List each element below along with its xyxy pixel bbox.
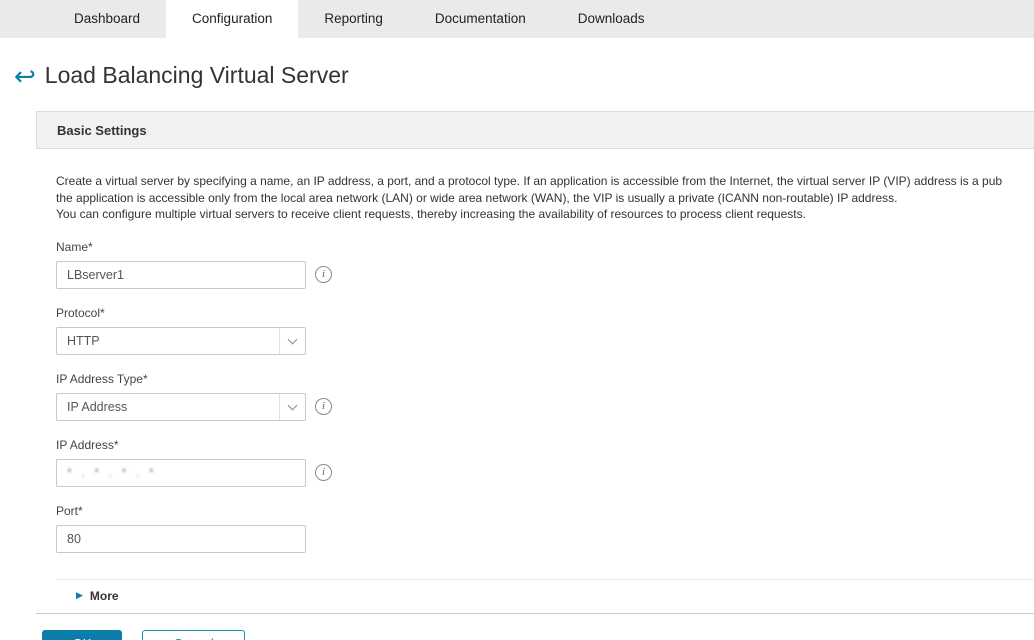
panel-body: Create a virtual server by specifying a … bbox=[36, 149, 1034, 613]
port-input[interactable] bbox=[56, 525, 306, 553]
tab-reporting[interactable]: Reporting bbox=[298, 0, 409, 38]
description-line: You can configure multiple virtual serve… bbox=[56, 206, 1034, 223]
expand-arrow-icon: ▶ bbox=[76, 590, 83, 601]
info-icon[interactable]: i bbox=[315, 398, 332, 415]
name-input[interactable] bbox=[56, 261, 306, 289]
field-port: Port* bbox=[56, 504, 1034, 553]
tab-configuration[interactable]: Configuration bbox=[166, 0, 298, 38]
description-text: Create a virtual server by specifying a … bbox=[56, 173, 1034, 223]
ip-address-label: IP Address* bbox=[56, 438, 1034, 452]
chevron-down-icon bbox=[279, 394, 305, 420]
basic-settings-panel: Basic Settings Create a virtual server b… bbox=[36, 111, 1034, 614]
protocol-select[interactable]: HTTP bbox=[56, 327, 306, 355]
panel-header: Basic Settings bbox=[36, 111, 1034, 149]
ip-address-type-label: IP Address Type* bbox=[56, 372, 1034, 386]
ip-address-type-selected-value: IP Address bbox=[57, 400, 127, 414]
tab-dashboard[interactable]: Dashboard bbox=[48, 0, 166, 38]
more-label: More bbox=[90, 589, 119, 603]
tab-downloads[interactable]: Downloads bbox=[552, 0, 671, 38]
top-nav: Dashboard Configuration Reporting Docume… bbox=[0, 0, 1034, 38]
field-ip-address-type: IP Address Type* IP Address i bbox=[56, 372, 1034, 421]
protocol-selected-value: HTTP bbox=[57, 334, 100, 348]
ip-address-masked-value: * . * . * . * bbox=[57, 466, 157, 480]
description-line: Create a virtual server by specifying a … bbox=[56, 173, 1034, 190]
page-header: ↩ Load Balancing Virtual Server bbox=[14, 62, 1034, 89]
description-line: the application is accessible only from … bbox=[56, 190, 1034, 207]
port-label: Port* bbox=[56, 504, 1034, 518]
field-protocol: Protocol* HTTP bbox=[56, 306, 1034, 355]
field-name: Name* i bbox=[56, 240, 1034, 289]
field-ip-address: IP Address* * . * . * . * i bbox=[56, 438, 1034, 487]
name-label: Name* bbox=[56, 240, 1034, 254]
protocol-label: Protocol* bbox=[56, 306, 1034, 320]
chevron-down-icon bbox=[279, 328, 305, 354]
more-expander[interactable]: ▶ More bbox=[56, 579, 1034, 613]
ok-button[interactable]: OK bbox=[42, 630, 122, 640]
ip-address-type-select[interactable]: IP Address bbox=[56, 393, 306, 421]
tab-documentation[interactable]: Documentation bbox=[409, 0, 552, 38]
back-arrow-icon[interactable]: ↩ bbox=[14, 63, 36, 89]
page-title: Load Balancing Virtual Server bbox=[45, 62, 349, 89]
ip-address-input[interactable]: * . * . * . * bbox=[56, 459, 306, 487]
action-bar: OK Cancel bbox=[42, 630, 1034, 640]
cancel-button[interactable]: Cancel bbox=[142, 630, 245, 640]
info-icon[interactable]: i bbox=[315, 464, 332, 481]
info-icon[interactable]: i bbox=[315, 266, 332, 283]
